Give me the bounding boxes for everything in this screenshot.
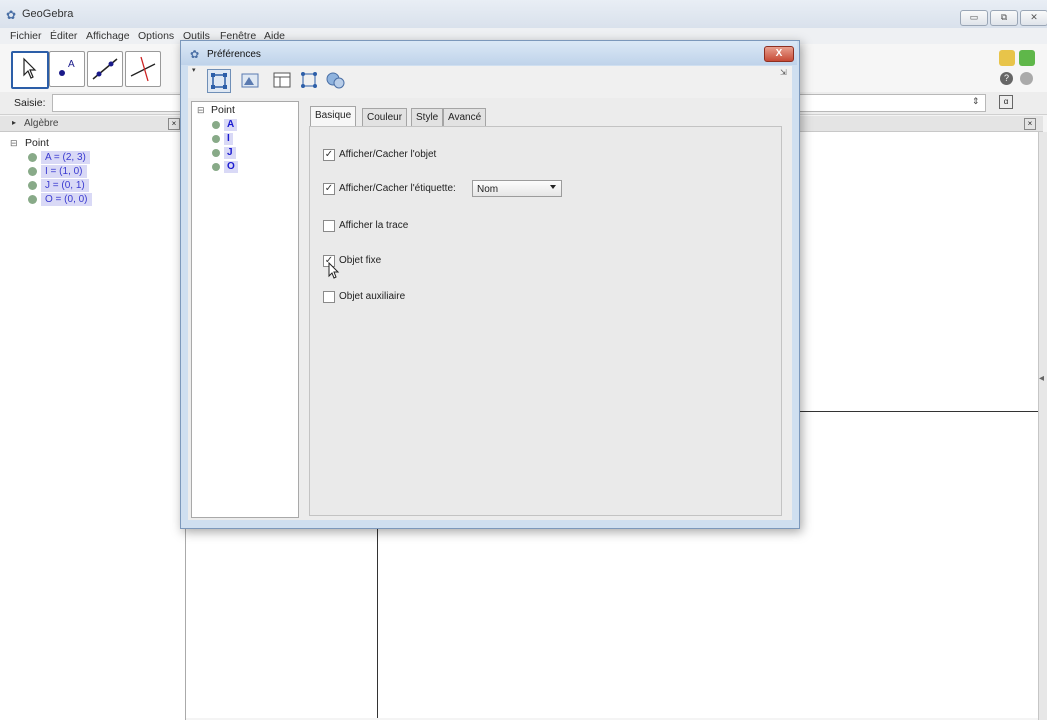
redo-icon[interactable] [1019, 50, 1035, 66]
object-properties-tab-button[interactable] [207, 69, 231, 93]
undo-icon[interactable] [999, 50, 1015, 66]
object-properties-icon [211, 73, 227, 89]
menu-fichier[interactable]: Fichier [10, 30, 42, 42]
trace-checkbox[interactable] [323, 220, 335, 232]
tree-items: A I J O [212, 119, 238, 173]
perpendicular-tool-icon [130, 56, 156, 82]
list-item[interactable]: A [212, 119, 238, 131]
arrow-cursor-icon [23, 57, 37, 79]
list-item[interactable]: I [212, 133, 238, 145]
visibility-toggle-icon[interactable] [28, 181, 37, 190]
window-close-button[interactable]: ✕ [1020, 10, 1047, 26]
defaults-icon [301, 72, 317, 88]
help-icon[interactable]: ? [1000, 72, 1013, 85]
algebra-item-i[interactable]: I = (1, 0) [41, 165, 87, 178]
chevron-down-icon [550, 185, 556, 189]
geogebra-icon: ✿ [6, 8, 17, 22]
point-icon [212, 135, 220, 143]
list-item[interactable]: J = (0, 1) [28, 179, 92, 192]
tab-avance[interactable]: Avancé [443, 108, 487, 127]
tree-item-i[interactable]: I [224, 133, 233, 145]
mouse-pointer-icon [328, 262, 340, 279]
point-tool-icon: A [59, 59, 75, 76]
dialog-title: Préférences [207, 49, 261, 60]
line-tool-button[interactable] [87, 51, 123, 87]
settings-icon[interactable] [1020, 72, 1033, 85]
algebra-view [0, 132, 186, 720]
algebra-view-title: Algèbre [24, 118, 59, 129]
dialog-pin-icon[interactable]: ⇲ [780, 68, 787, 77]
defaults-settings-button[interactable] [298, 69, 320, 91]
algebra-items: A = (2, 3) I = (1, 0) J = (0, 1) O = (0,… [28, 151, 92, 206]
show-label-checkbox[interactable]: ✓ [323, 183, 335, 195]
move-tool-button[interactable] [11, 51, 49, 89]
point-tool-button[interactable]: A [49, 51, 85, 87]
graphics-settings-button[interactable] [239, 69, 261, 91]
auxiliary-object-checkbox[interactable] [323, 291, 335, 303]
fix-object-label: Objet fixe [339, 255, 382, 266]
input-bar-label: Saisie: [14, 97, 46, 109]
menu-affichage[interactable]: Affichage [86, 30, 130, 42]
toolbar-dropdown-icon[interactable]: ▾ [192, 66, 196, 74]
menu-options[interactable]: Options [138, 30, 174, 42]
point-icon [212, 149, 220, 157]
visibility-toggle-icon[interactable] [28, 153, 37, 162]
list-item[interactable]: O [212, 161, 238, 173]
perpendicular-tool-button[interactable] [125, 51, 161, 87]
show-label-label: Afficher/Cacher l'étiquette: [339, 183, 456, 194]
algebra-item-a[interactable]: A = (2, 3) [41, 151, 90, 164]
visibility-toggle-icon[interactable] [28, 167, 37, 176]
tree-item-a[interactable]: A [224, 119, 238, 131]
visibility-toggle-icon[interactable] [28, 195, 37, 204]
tab-basique[interactable]: Basique [310, 106, 357, 126]
list-item[interactable]: I = (1, 0) [28, 165, 92, 178]
list-item[interactable]: A = (2, 3) [28, 151, 92, 164]
show-object-label: Afficher/Cacher l'objet [339, 149, 437, 160]
tree-collapse-icon[interactable]: ⊟ [10, 138, 18, 149]
graphics-view-header [798, 116, 1043, 132]
trace-label: Afficher la trace [339, 220, 409, 231]
label-mode-select[interactable]: Nom [472, 180, 562, 197]
tab-style[interactable]: Style [411, 108, 444, 127]
layout-settings-button[interactable] [271, 69, 293, 91]
advanced-settings-button[interactable] [324, 69, 346, 91]
dialog-titlebar[interactable] [181, 41, 797, 65]
tree-root-label[interactable]: Point [211, 104, 235, 116]
minimize-button[interactable]: ▭ [960, 10, 988, 26]
app-title: GeoGebra [22, 8, 74, 20]
graphics-settings-icon [241, 73, 259, 88]
y-axis [377, 520, 378, 718]
advanced-settings-icon [326, 72, 345, 89]
input-help-icon[interactable]: α [999, 95, 1013, 109]
dialog-close-button[interactable]: X [764, 46, 794, 62]
layout-icon [273, 72, 291, 88]
tree-item-j[interactable]: J [224, 147, 236, 159]
tree-collapse-icon[interactable]: ⊟ [197, 105, 205, 116]
algebra-item-o[interactable]: O = (0, 0) [41, 193, 92, 206]
svg-text:A: A [68, 59, 75, 70]
list-item[interactable]: O = (0, 0) [28, 193, 92, 206]
window-titlebar [0, 0, 1047, 29]
tab-couleur[interactable]: Couleur [362, 108, 408, 127]
auxiliary-object-label: Objet auxiliaire [339, 291, 406, 302]
point-icon [212, 121, 220, 129]
object-tree [191, 101, 299, 518]
algebra-close-icon[interactable]: × [168, 118, 180, 130]
maximize-button[interactable]: ⧉ [990, 10, 1018, 26]
menu-editer[interactable]: Éditer [50, 30, 77, 42]
algebra-group-label: Point [25, 137, 49, 149]
tree-item-o[interactable]: O [224, 161, 238, 173]
line-tool-icon [92, 58, 118, 80]
input-spinner-icon[interactable]: ⇕ [972, 96, 980, 107]
point-icon [212, 163, 220, 171]
geogebra-icon: ✿ [190, 49, 200, 61]
show-object-checkbox[interactable]: ✓ [323, 149, 335, 161]
collapse-triangle-icon[interactable]: ▸ [12, 118, 16, 127]
algebra-item-j[interactable]: J = (0, 1) [41, 179, 89, 192]
side-panel-strip[interactable] [1038, 132, 1047, 720]
list-item[interactable]: J [212, 147, 238, 159]
expand-panel-icon[interactable]: ◂ [1039, 373, 1044, 384]
graphics-close-icon[interactable]: × [1024, 118, 1036, 130]
